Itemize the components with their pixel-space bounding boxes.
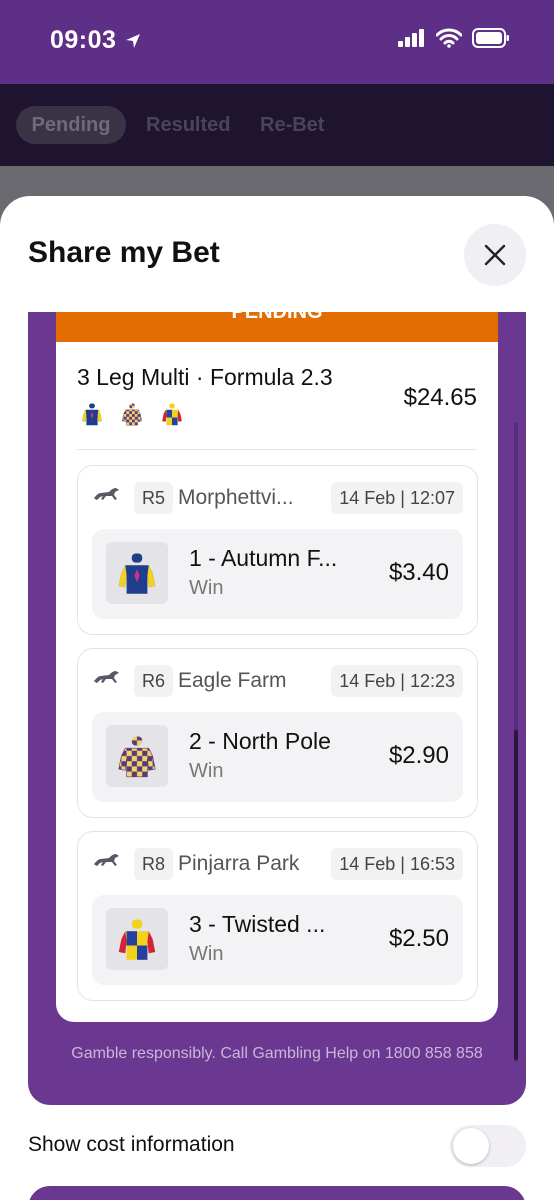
horse-racing-icon — [92, 669, 122, 685]
blue-fleur-silk-icon — [111, 547, 163, 599]
selection-name: 2 - North Pole — [189, 728, 331, 754]
multi-silks — [78, 400, 186, 428]
quartered-silk-icon — [111, 913, 163, 965]
race-time: 12:23 — [409, 671, 455, 691]
selection-box: 2 - North Pole Win $2.90 — [92, 712, 463, 802]
background-tab-bar: Pending Resulted Re-Bet — [0, 84, 554, 166]
bet-share-card: PENDING 3 Leg Multi · Formula 2.3 $24.65… — [28, 312, 526, 1105]
race-date: 14 Feb — [339, 671, 396, 691]
selection-silk — [106, 542, 168, 604]
race-datetime: 14 Feb | 16:53 — [331, 848, 463, 880]
horse-racing-icon — [92, 852, 122, 868]
bet-price: $24.65 — [403, 384, 477, 411]
bet-type: Win — [189, 943, 224, 965]
location-arrow-icon — [126, 33, 141, 48]
quartered-silk-icon — [158, 400, 186, 428]
checked-silk-icon — [111, 730, 163, 782]
bet-type: Win — [189, 760, 224, 782]
blue-fleur-silk-icon — [78, 400, 106, 428]
leg-card: R8 Pinjarra Park 14 Feb | 16:53 3 - Twis… — [77, 831, 478, 1001]
scrollbar-thumb[interactable] — [514, 730, 518, 1060]
divider — [77, 449, 477, 450]
share-bet-sheet: Share my Bet PENDING 3 Leg Multi · Formu… — [0, 196, 554, 1200]
share-button[interactable] — [28, 1186, 526, 1200]
status-banner: PENDING — [56, 312, 498, 342]
bet-card: PENDING 3 Leg Multi · Formula 2.3 $24.65… — [56, 312, 498, 1022]
race-number: R5 — [134, 482, 174, 514]
track-name: Eagle Farm — [178, 669, 287, 692]
bg-tab-pending: Pending — [16, 106, 126, 144]
race-datetime: 14 Feb | 12:23 — [331, 665, 463, 697]
race-number: R6 — [134, 665, 174, 697]
selection-name: 1 - Autumn F... — [189, 545, 338, 571]
race-date: 14 Feb — [339, 488, 396, 508]
close-button[interactable] — [464, 224, 526, 286]
checked-silk-icon — [118, 400, 146, 428]
sheet-title: Share my Bet — [28, 236, 220, 269]
selection-silk — [106, 908, 168, 970]
toggle-knob — [453, 1128, 489, 1164]
horse-racing-icon — [92, 486, 122, 502]
status-indicators — [398, 28, 510, 48]
cost-info-toggle[interactable] — [450, 1125, 526, 1167]
track-name: Pinjarra Park — [178, 852, 300, 875]
signal-icon — [398, 29, 424, 47]
leg-card: R5 Morphettvi... 14 Feb | 12:07 1 - Autu… — [77, 465, 478, 635]
leg-card: R6 Eagle Farm 14 Feb | 12:23 2 - North P… — [77, 648, 478, 818]
selection-silk — [106, 725, 168, 787]
selection-price: $2.50 — [388, 925, 449, 952]
wifi-icon — [436, 28, 462, 48]
race-time: 16:53 — [409, 854, 455, 874]
cost-info-label: Show cost information — [28, 1133, 235, 1156]
status-time: 09:03 — [50, 26, 142, 55]
status-banner-text: PENDING — [231, 312, 323, 323]
selection-name: 3 - Twisted ... — [189, 911, 326, 937]
status-bar: 09:03 — [0, 0, 554, 84]
race-time: 12:07 — [409, 488, 455, 508]
selection-box: 3 - Twisted ... Win $2.50 — [92, 895, 463, 985]
time-text: 09:03 — [50, 26, 117, 54]
selection-price: $2.90 — [388, 742, 449, 769]
race-number: R8 — [134, 848, 174, 880]
track-name: Morphettvi... — [178, 486, 294, 509]
race-datetime: 14 Feb | 12:07 — [331, 482, 463, 514]
bg-tab-rebet: Re-Bet — [260, 114, 325, 136]
bet-title: 3 Leg Multi · Formula 2.3 — [77, 364, 333, 390]
selection-box: 1 - Autumn F... Win $3.40 — [92, 529, 463, 619]
bg-tab-resulted: Resulted — [146, 114, 231, 136]
bet-type: Win — [189, 577, 224, 599]
battery-icon — [472, 28, 509, 48]
close-icon — [484, 244, 506, 266]
gamble-responsibly-text: Gamble responsibly. Call Gambling Help o… — [71, 1045, 483, 1062]
race-date: 14 Feb — [339, 854, 396, 874]
selection-price: $3.40 — [388, 559, 449, 586]
